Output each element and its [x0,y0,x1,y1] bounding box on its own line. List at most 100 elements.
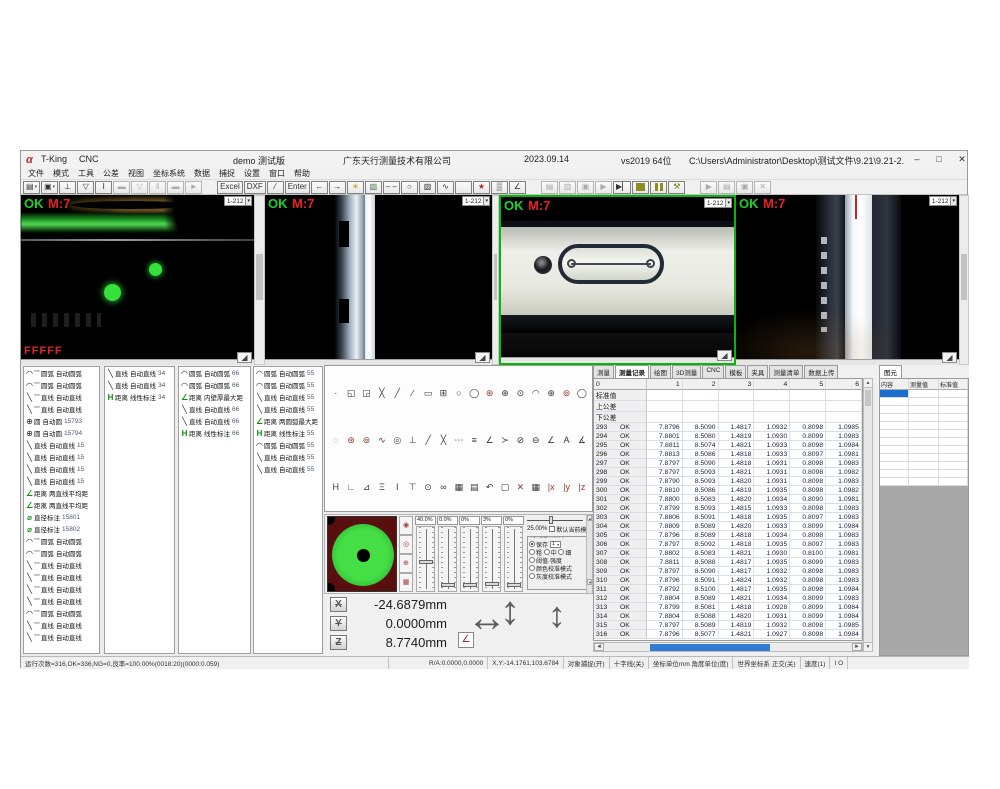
feature-item[interactable]: ◠圆弧自动圆弧55 [254,439,322,451]
camera-vscrollbar[interactable] [492,195,499,365]
wrench-button[interactable]: ✕ [754,181,771,194]
feature-item[interactable]: ╲直线自动直线55 [254,403,322,415]
light-bulb-button[interactable]: ☀ [347,181,364,194]
feature-item[interactable]: ╲***直线自动直线 [24,559,99,571]
scroll-up-icon[interactable]: ▲ [587,515,592,521]
table-row[interactable]: 308OK7.88118.50881.48171.09350.80991.098… [594,558,862,567]
menu-item[interactable]: 坐标系统 [153,168,185,179]
light-mode-option[interactable]: 粗 中 细 [529,548,585,556]
feature-item[interactable]: ╲***直线自动直线 [24,391,99,403]
palette-tool-icon[interactable]: ⊞ [436,386,451,400]
light-channel-icon[interactable]: ▦ [399,573,413,592]
scroll-track[interactable] [587,521,592,579]
light-mode-option[interactable]: 灰度校准模式 [529,572,585,580]
palette-tool-icon[interactable]: ∟ [343,480,358,494]
feature-item[interactable]: ∠距离两直线平均距 [24,499,99,511]
menu-item[interactable]: 窗口 [269,168,285,179]
radio-icon[interactable] [529,541,535,547]
palette-tool-icon[interactable]: ∞ [436,480,451,494]
run-to-end-button[interactable]: ▶▏ [613,181,631,194]
table-row[interactable]: 315OK7.87978.50891.48191.09320.80981.098… [594,621,862,630]
feature-item[interactable]: ╲直线自动直线15 [24,451,99,463]
palette-tool-icon[interactable]: ⊥ [405,433,420,447]
light-slider[interactable]: 0% [503,516,524,593]
scroll-thumb[interactable] [256,254,263,300]
ring-light-preview[interactable] [327,516,397,592]
table-row[interactable]: 301OK7.88008.50831.48201.09340.80901.098… [594,495,862,504]
palette-tool-icon[interactable]: ◯ [467,386,482,400]
element-row[interactable] [880,414,968,422]
scroll-right-icon[interactable]: ► [852,643,862,651]
save-program-button[interactable]: ▤ [541,181,558,194]
scroll-down-icon[interactable]: ▼ [587,579,592,585]
palette-tool-icon[interactable]: ∕ [405,386,420,400]
palette-tool-icon[interactable]: ○ [451,386,466,400]
feature-item[interactable]: ╲直线自动直线15 [24,463,99,475]
table-row[interactable]: 306OK7.87978.50921.48181.09350.80971.098… [594,540,862,549]
palette-tool-icon[interactable]: ∡ [574,433,589,447]
palette-tool-icon[interactable]: ◠ [528,386,543,400]
element-row[interactable] [880,446,968,454]
scroll-thumb[interactable] [650,644,770,651]
element-row[interactable] [880,398,968,406]
palette-tool-icon[interactable]: ◎ [390,433,405,447]
open-small-button[interactable]: ▣ [736,181,753,194]
table-hscrollbar[interactable]: ◄ ► [593,642,863,652]
table-row[interactable]: 309OK7.87978.50901.48171.09320.80981.098… [594,567,862,576]
table-row[interactable]: 295OK7.88118.50741.48211.09330.80981.098… [594,441,862,450]
next-button[interactable]: → [329,181,346,194]
slider-track[interactable] [438,526,457,592]
scroll-thumb[interactable] [865,390,871,406]
tab-item[interactable]: 3D测量 [672,365,701,378]
feature-item[interactable]: ╲直线自动直线55 [254,451,322,463]
master-brightness-slider[interactable] [527,516,583,525]
light-slider[interactable]: 3% [481,516,502,593]
feature-item[interactable]: ╲***直线自动直线 [24,583,99,595]
slider-track[interactable] [482,526,501,592]
palette-tool-icon[interactable]: · [328,386,343,400]
palette-tool-icon[interactable]: ↶ [482,480,497,494]
table-row[interactable]: 296OK7.88138.50861.48181.09330.80971.098… [594,450,862,459]
range-dropdown[interactable]: 1-212▾ [929,196,957,206]
dxf-export-button[interactable]: DXF [244,181,266,194]
palette-tool-icon[interactable]: Ξ [374,480,389,494]
slider-track[interactable] [416,526,435,592]
table-row[interactable]: 299OK7.87908.50931.48201.09310.80981.098… [594,477,862,486]
disabled-tool-2[interactable]: ▬ [167,181,184,194]
camera-vscrollbar[interactable] [959,195,969,365]
slider-thumb[interactable] [507,583,521,587]
feature-item[interactable]: ◠***圆弧自动圆弧 [24,535,99,547]
palette-tool-icon[interactable]: |x [543,480,558,494]
tab-element[interactable]: 图元 [879,365,902,378]
element-row[interactable] [880,478,968,486]
feature-item[interactable]: ╲直线自动直线66 [179,403,250,415]
x-axis-button[interactable]: X [330,597,347,612]
scroll-thumb[interactable] [961,254,967,300]
resize-icon[interactable]: ◢ [475,352,490,363]
probe-step-tool[interactable]: ► [185,181,202,194]
table-vscrollbar[interactable]: ▲ ▼ [863,378,873,652]
camera-view-4[interactable]: OK M:7 1-212▾ ◢ [736,195,959,365]
table-row[interactable]: 307OK7.88028.50831.48211.09300.81001.098… [594,549,862,558]
feature-item[interactable]: ⊕圆自动圆15793 [24,415,99,427]
palette-tool-icon[interactable]: ▤ [467,480,482,494]
range-dropdown[interactable]: 1-212▾ [704,198,732,208]
tab-item[interactable]: 模板 [725,365,746,378]
close-button[interactable]: ✕ [954,154,970,165]
tab-item[interactable]: 测量 [593,365,614,378]
maximize-button[interactable]: □ [931,154,947,164]
menu-item[interactable]: 帮助 [294,168,310,179]
print-button[interactable]: ▥ [559,181,576,194]
jog-z-arrow[interactable]: ↕ [548,594,566,636]
feature-item[interactable]: ╲***直线自动直线 [24,571,99,583]
tab-item[interactable]: CNC [702,365,724,378]
tab-active[interactable]: 测量记录 [615,365,649,378]
table-row[interactable]: 311OK7.87928.51001.48171.09350.80981.098… [594,585,862,594]
palette-tool-icon[interactable]: ✕ [513,480,528,494]
blank-button[interactable] [455,181,472,194]
probe-axis-tool[interactable]: Ⅰ [95,181,112,194]
palette-tool-icon[interactable]: ≻ [497,433,512,447]
palette-tool-icon[interactable]: |y [559,480,574,494]
palette-tool-icon[interactable]: ≡ [467,433,482,447]
table-row[interactable]: 302OK7.87998.50931.48151.09330.80981.098… [594,504,862,513]
